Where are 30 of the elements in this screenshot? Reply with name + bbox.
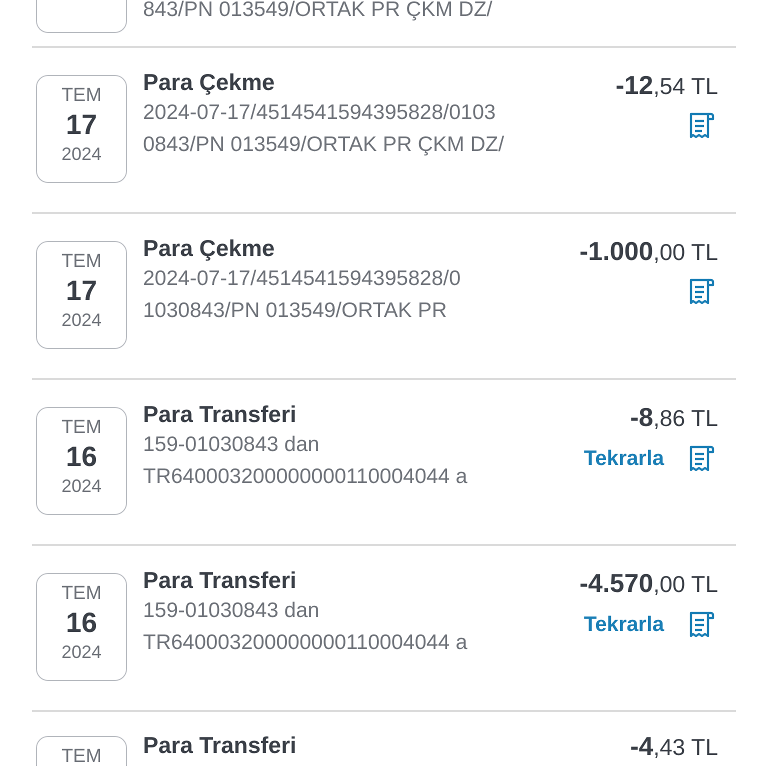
date-box: TEM 17 2024 — [36, 75, 127, 183]
repeat-link[interactable]: Tekrarla — [584, 609, 664, 640]
transaction-title: Para Transferi — [143, 400, 298, 429]
transaction-description: 2024-07-17/4514541594395828/0 — [143, 266, 462, 292]
transaction-title: Para Çekme — [143, 68, 276, 97]
transaction-amount: -12,54 TL — [616, 70, 718, 101]
receipt-icon[interactable] — [688, 111, 716, 141]
receipt-icon[interactable] — [688, 444, 716, 474]
transaction-description: 159-01030843 dan — [143, 598, 320, 624]
transaction-amount: -1.000,00 TL — [579, 236, 718, 267]
transaction-amount: -4.570,00 TL — [579, 568, 718, 599]
receipt-icon[interactable] — [688, 277, 716, 307]
receipt-icon[interactable] — [688, 610, 716, 640]
transaction-description: 0843/PN 013549/ORTAK PR ÇKM DZ/ — [143, 132, 506, 158]
transaction-description: 1030843/PN 013549/ORTAK PR — [143, 298, 448, 324]
transaction-description: 159-01030843 dan — [143, 432, 320, 458]
transaction-description: 2024-07-17/4514541594395828/0103 — [143, 100, 497, 126]
date-box: TEM 17 2024 — [36, 241, 127, 349]
transaction-description: TR640003200000000110004044 a — [143, 630, 468, 656]
date-box: TEM 16 2024 — [36, 407, 127, 515]
transaction-amount: -4,43 TL — [630, 731, 718, 762]
repeat-link[interactable]: Tekrarla — [584, 443, 664, 474]
transaction-title: Para Transferi — [143, 566, 298, 595]
transaction-title: Para Transferi — [143, 731, 298, 760]
date-box: TEM 16 2024 — [36, 573, 127, 681]
date-box: TEM — [36, 736, 127, 766]
transaction-amount: -8,86 TL — [630, 402, 718, 433]
transaction-description: TR640003200000000110004044 a — [143, 464, 468, 490]
transaction-description: 843/PN 013549/ORTAK PR ÇKM DZ/ — [143, 0, 494, 23]
transaction-title: Para Çekme — [143, 234, 276, 263]
